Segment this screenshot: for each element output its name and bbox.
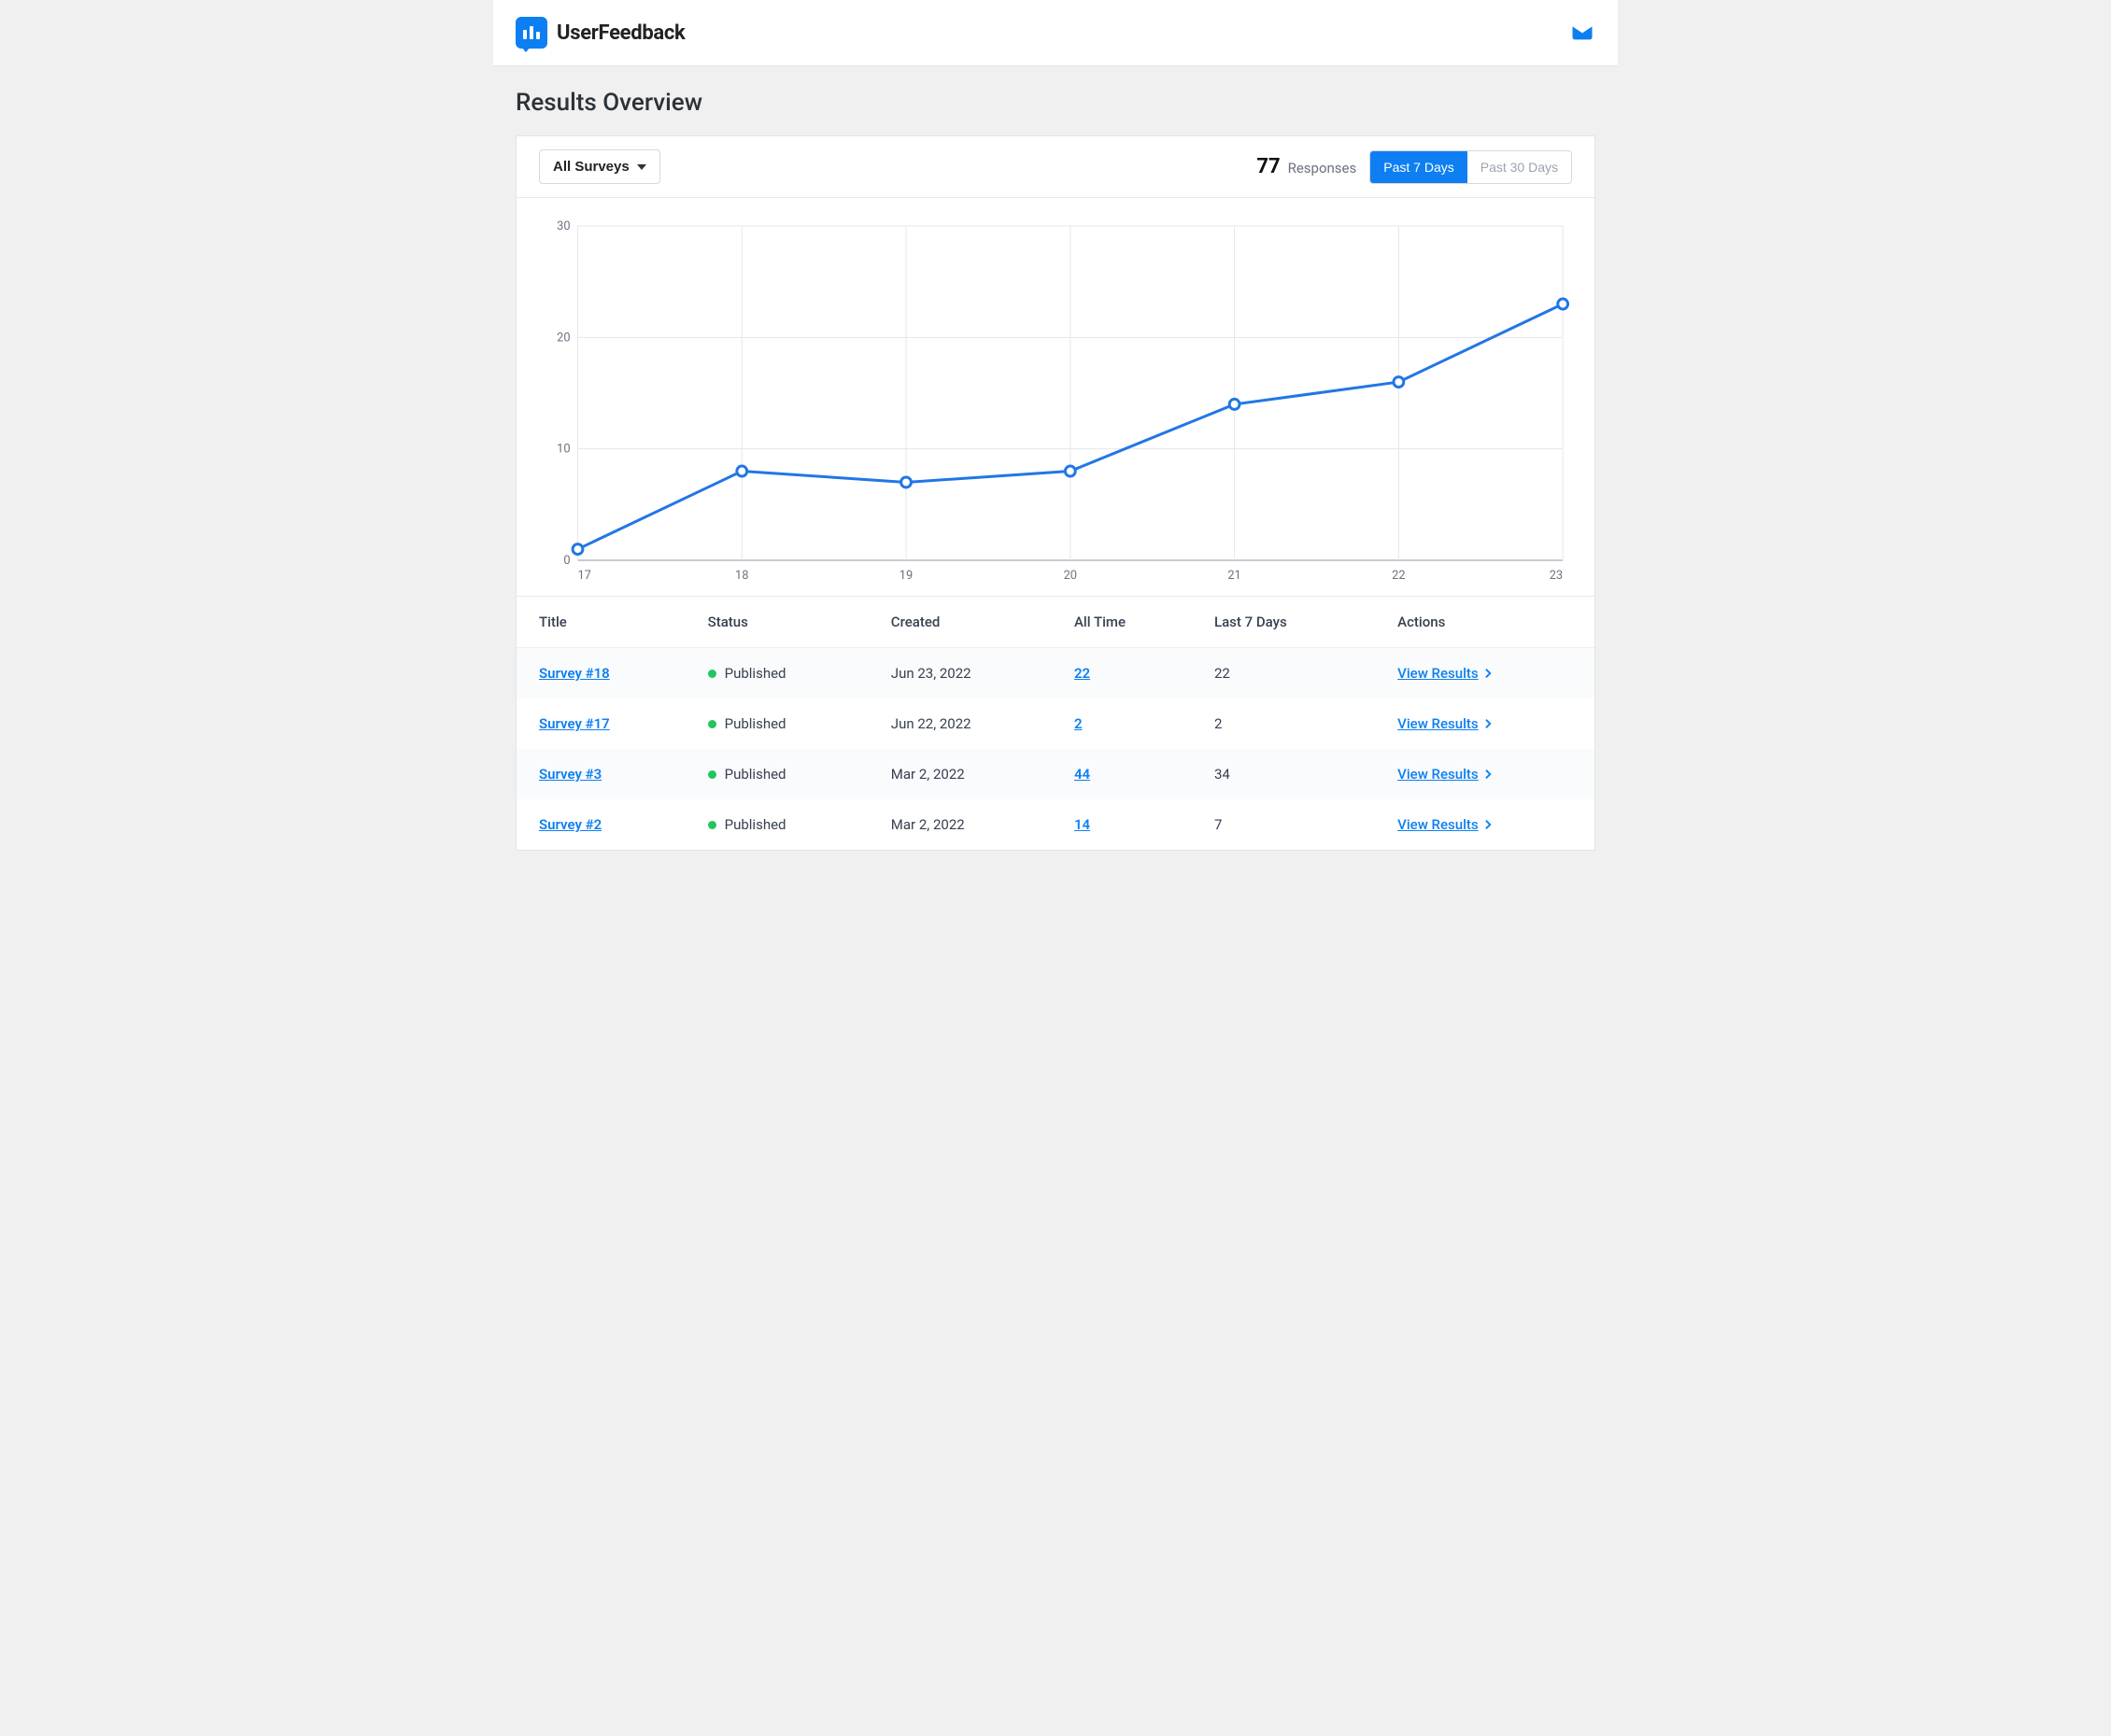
status-label: Published bbox=[725, 715, 786, 732]
svg-text:19: 19 bbox=[900, 569, 913, 583]
caret-down-icon bbox=[637, 164, 646, 170]
all-time-count[interactable]: 2 bbox=[1074, 715, 1083, 732]
status-cell: Published bbox=[708, 665, 854, 682]
status-cell: Published bbox=[708, 816, 854, 833]
panel-toolbar: All Surveys 77 Responses Past 7 Days Pas… bbox=[517, 136, 1594, 198]
chevron-right-icon bbox=[1484, 819, 1493, 830]
last-7-count: 7 bbox=[1196, 799, 1379, 850]
survey-title-link[interactable]: Survey #18 bbox=[539, 665, 610, 682]
survey-title-link[interactable]: Survey #17 bbox=[539, 715, 610, 732]
view-results-link[interactable]: View Results bbox=[1397, 715, 1492, 732]
status-label: Published bbox=[725, 766, 786, 783]
svg-text:20: 20 bbox=[1064, 569, 1077, 583]
brand-logo-icon bbox=[516, 17, 547, 49]
all-time-count[interactable]: 14 bbox=[1074, 816, 1090, 833]
created-date: Jun 23, 2022 bbox=[872, 648, 1056, 699]
created-date: Jun 22, 2022 bbox=[872, 699, 1056, 749]
responses-chart: 0 10 20 30 17 18 19 20 21 22 23 bbox=[517, 198, 1594, 597]
range-past-7-days[interactable]: Past 7 Days bbox=[1370, 151, 1466, 183]
survey-filter-dropdown[interactable]: All Surveys bbox=[539, 149, 660, 184]
svg-text:0: 0 bbox=[563, 554, 570, 568]
chevron-right-icon bbox=[1484, 769, 1493, 780]
survey-title-link[interactable]: Survey #2 bbox=[539, 816, 602, 833]
chevron-right-icon bbox=[1484, 718, 1493, 729]
status-dot-icon bbox=[708, 670, 716, 678]
svg-text:30: 30 bbox=[557, 219, 570, 233]
status-cell: Published bbox=[708, 766, 854, 783]
status-dot-icon bbox=[708, 720, 716, 728]
th-all-time: All Time bbox=[1056, 597, 1196, 648]
survey-title-link[interactable]: Survey #3 bbox=[539, 766, 602, 783]
brand: UserFeedback bbox=[516, 17, 686, 49]
th-status: Status bbox=[689, 597, 872, 648]
brand-name: UserFeedback bbox=[557, 21, 686, 45]
overview-panel: All Surveys 77 Responses Past 7 Days Pas… bbox=[516, 135, 1595, 851]
last-7-count: 34 bbox=[1196, 749, 1379, 799]
table-header-row: Title Status Created All Time Last 7 Day… bbox=[517, 597, 1594, 648]
view-results-label: View Results bbox=[1397, 766, 1478, 783]
status-label: Published bbox=[725, 665, 786, 682]
status-dot-icon bbox=[708, 821, 716, 829]
view-results-label: View Results bbox=[1397, 665, 1478, 682]
view-results-link[interactable]: View Results bbox=[1397, 766, 1492, 783]
svg-text:18: 18 bbox=[735, 569, 748, 583]
chevron-right-icon bbox=[1484, 668, 1493, 679]
table-row: Survey #2 Published Mar 2, 2022 14 7 View Res… bbox=[517, 799, 1594, 850]
responses-label: Responses bbox=[1288, 160, 1357, 176]
status-cell: Published bbox=[708, 715, 854, 732]
th-title: Title bbox=[517, 597, 689, 648]
all-time-count[interactable]: 22 bbox=[1074, 665, 1090, 682]
topbar: UserFeedback bbox=[493, 0, 1618, 66]
survey-filter-label: All Surveys bbox=[553, 159, 630, 175]
svg-text:23: 23 bbox=[1550, 569, 1563, 583]
table-row: Survey #3 Published Mar 2, 2022 44 34 View Re… bbox=[517, 749, 1594, 799]
last-7-count: 2 bbox=[1196, 699, 1379, 749]
view-results-label: View Results bbox=[1397, 816, 1478, 833]
view-results-link[interactable]: View Results bbox=[1397, 816, 1492, 833]
th-actions: Actions bbox=[1379, 597, 1594, 648]
all-time-count[interactable]: 44 bbox=[1074, 766, 1090, 783]
view-results-link[interactable]: View Results bbox=[1397, 665, 1492, 682]
view-results-label: View Results bbox=[1397, 715, 1478, 732]
toolbar-right: 77 Responses Past 7 Days Past 30 Days bbox=[1256, 150, 1572, 184]
th-last-7: Last 7 Days bbox=[1196, 597, 1379, 648]
svg-text:17: 17 bbox=[577, 569, 590, 583]
date-range-toggle: Past 7 Days Past 30 Days bbox=[1369, 150, 1572, 184]
created-date: Mar 2, 2022 bbox=[872, 749, 1056, 799]
svg-text:21: 21 bbox=[1227, 569, 1240, 583]
svg-text:20: 20 bbox=[557, 331, 570, 345]
th-created: Created bbox=[872, 597, 1056, 648]
created-date: Mar 2, 2022 bbox=[872, 799, 1056, 850]
svg-text:10: 10 bbox=[557, 443, 570, 457]
responses-count: 77 bbox=[1256, 155, 1280, 178]
svg-text:22: 22 bbox=[1392, 569, 1405, 583]
range-past-30-days[interactable]: Past 30 Days bbox=[1467, 151, 1571, 183]
table-row: Survey #18 Published Jun 23, 2022 22 22 View … bbox=[517, 648, 1594, 699]
page-title: Results Overview bbox=[516, 89, 1595, 117]
status-dot-icon bbox=[708, 770, 716, 779]
last-7-count: 22 bbox=[1196, 648, 1379, 699]
table-row: Survey #17 Published Jun 22, 2022 2 2 View Re… bbox=[517, 699, 1594, 749]
responses-summary: 77 Responses bbox=[1256, 155, 1356, 178]
inbox-icon[interactable] bbox=[1569, 18, 1595, 48]
status-label: Published bbox=[725, 816, 786, 833]
surveys-table: Title Status Created All Time Last 7 Day… bbox=[517, 597, 1594, 850]
